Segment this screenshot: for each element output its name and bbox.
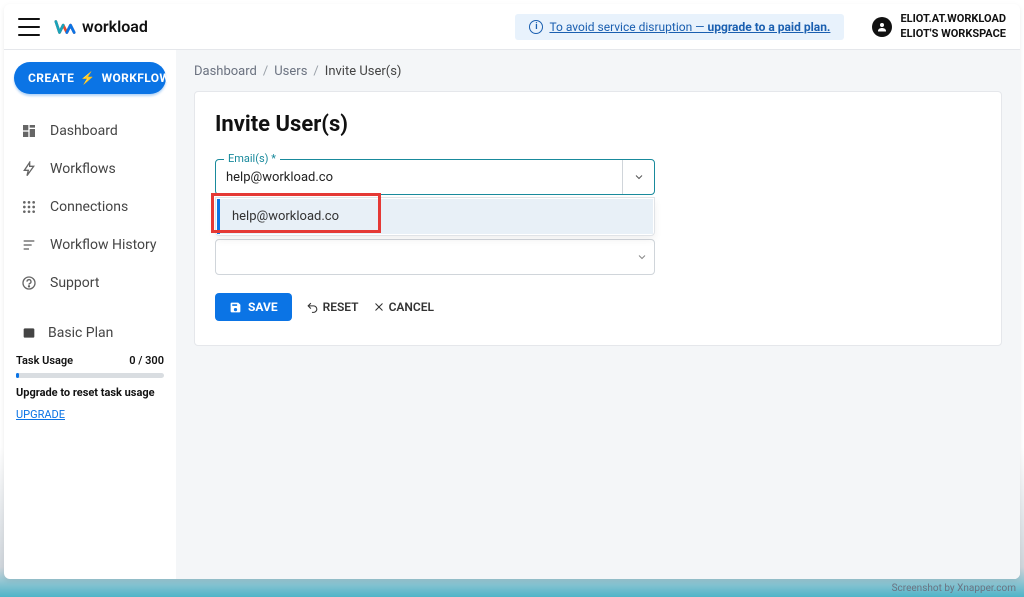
usage-value: 0 / 300 bbox=[129, 354, 164, 367]
sidebar-item-label: Workflows bbox=[50, 161, 116, 177]
dashboard-icon bbox=[20, 122, 38, 140]
page-title: Invite User(s) bbox=[215, 112, 981, 137]
support-icon bbox=[20, 274, 38, 292]
secondary-field[interactable] bbox=[215, 239, 655, 275]
save-icon bbox=[229, 301, 242, 314]
history-icon bbox=[20, 236, 38, 254]
usage-bar bbox=[16, 373, 164, 378]
email-dropdown-option[interactable]: help@workload.co bbox=[217, 199, 653, 234]
breadcrumb-item[interactable]: Dashboard bbox=[194, 64, 257, 79]
upgrade-link[interactable]: UPGRADE bbox=[14, 404, 67, 425]
bolt-icon: ⚡ bbox=[80, 71, 95, 85]
sidebar-item-label: Workflow History bbox=[50, 237, 157, 253]
sidebar-item-dashboard[interactable]: Dashboard bbox=[14, 112, 166, 150]
usage-label: Task Usage bbox=[16, 354, 73, 367]
email-field-label: Email(s) * bbox=[224, 152, 280, 165]
avatar-icon bbox=[872, 17, 892, 37]
user-name: ELIOT.AT.WORKLOAD bbox=[900, 12, 1006, 26]
sidebar-item-plan[interactable]: Basic Plan bbox=[14, 318, 166, 348]
save-button[interactable]: SAVE bbox=[215, 293, 292, 321]
plan-icon bbox=[20, 324, 38, 342]
chevron-down-icon bbox=[636, 251, 648, 263]
screenshot-credit: Screenshot by Xnapper.com bbox=[892, 583, 1016, 594]
create-workflow-button[interactable]: CREATE ⚡ WORKFLOW bbox=[14, 62, 166, 94]
sidebar-item-workflows[interactable]: Workflows bbox=[14, 150, 166, 188]
sidebar-item-label: Dashboard bbox=[50, 123, 118, 139]
chevron-down-icon[interactable] bbox=[622, 160, 654, 194]
usage-note: Upgrade to reset task usage bbox=[14, 382, 166, 403]
logo[interactable]: workload bbox=[54, 16, 148, 38]
breadcrumb-item[interactable]: Users bbox=[274, 64, 307, 79]
logo-mark-icon bbox=[54, 16, 76, 38]
email-dropdown: help@workload.co bbox=[215, 197, 655, 236]
sidebar-item-connections[interactable]: Connections bbox=[14, 188, 166, 226]
invite-users-card: Invite User(s) Email(s) * help@workload.… bbox=[194, 91, 1002, 346]
breadcrumb: Dashboard / Users / Invite User(s) bbox=[194, 64, 1002, 79]
connections-icon bbox=[20, 198, 38, 216]
logo-text: workload bbox=[82, 17, 148, 36]
info-icon: i bbox=[529, 20, 543, 34]
sidebar-item-support[interactable]: Support bbox=[14, 264, 166, 302]
banner-link[interactable]: To avoid service disruption — upgrade to… bbox=[549, 20, 830, 34]
cancel-button[interactable]: CANCEL bbox=[373, 300, 434, 314]
workspace-name: ELIOT'S WORKSPACE bbox=[900, 27, 1006, 41]
menu-icon[interactable] bbox=[18, 18, 40, 36]
user-menu[interactable]: ELIOT.AT.WORKLOAD ELIOT'S WORKSPACE bbox=[872, 12, 1006, 41]
undo-icon bbox=[306, 301, 319, 314]
sidebar-item-label: Connections bbox=[50, 199, 128, 215]
email-input[interactable] bbox=[226, 170, 622, 185]
upgrade-banner[interactable]: i To avoid service disruption — upgrade … bbox=[515, 14, 844, 40]
sidebar-item-workflow-history[interactable]: Workflow History bbox=[14, 226, 166, 264]
breadcrumb-current: Invite User(s) bbox=[325, 64, 402, 79]
close-icon bbox=[373, 301, 385, 313]
email-field[interactable]: Email(s) * bbox=[215, 159, 655, 195]
workflows-icon bbox=[20, 160, 38, 178]
sidebar-item-label: Support bbox=[50, 275, 99, 291]
plan-label: Basic Plan bbox=[48, 325, 113, 341]
reset-button[interactable]: RESET bbox=[306, 300, 359, 314]
